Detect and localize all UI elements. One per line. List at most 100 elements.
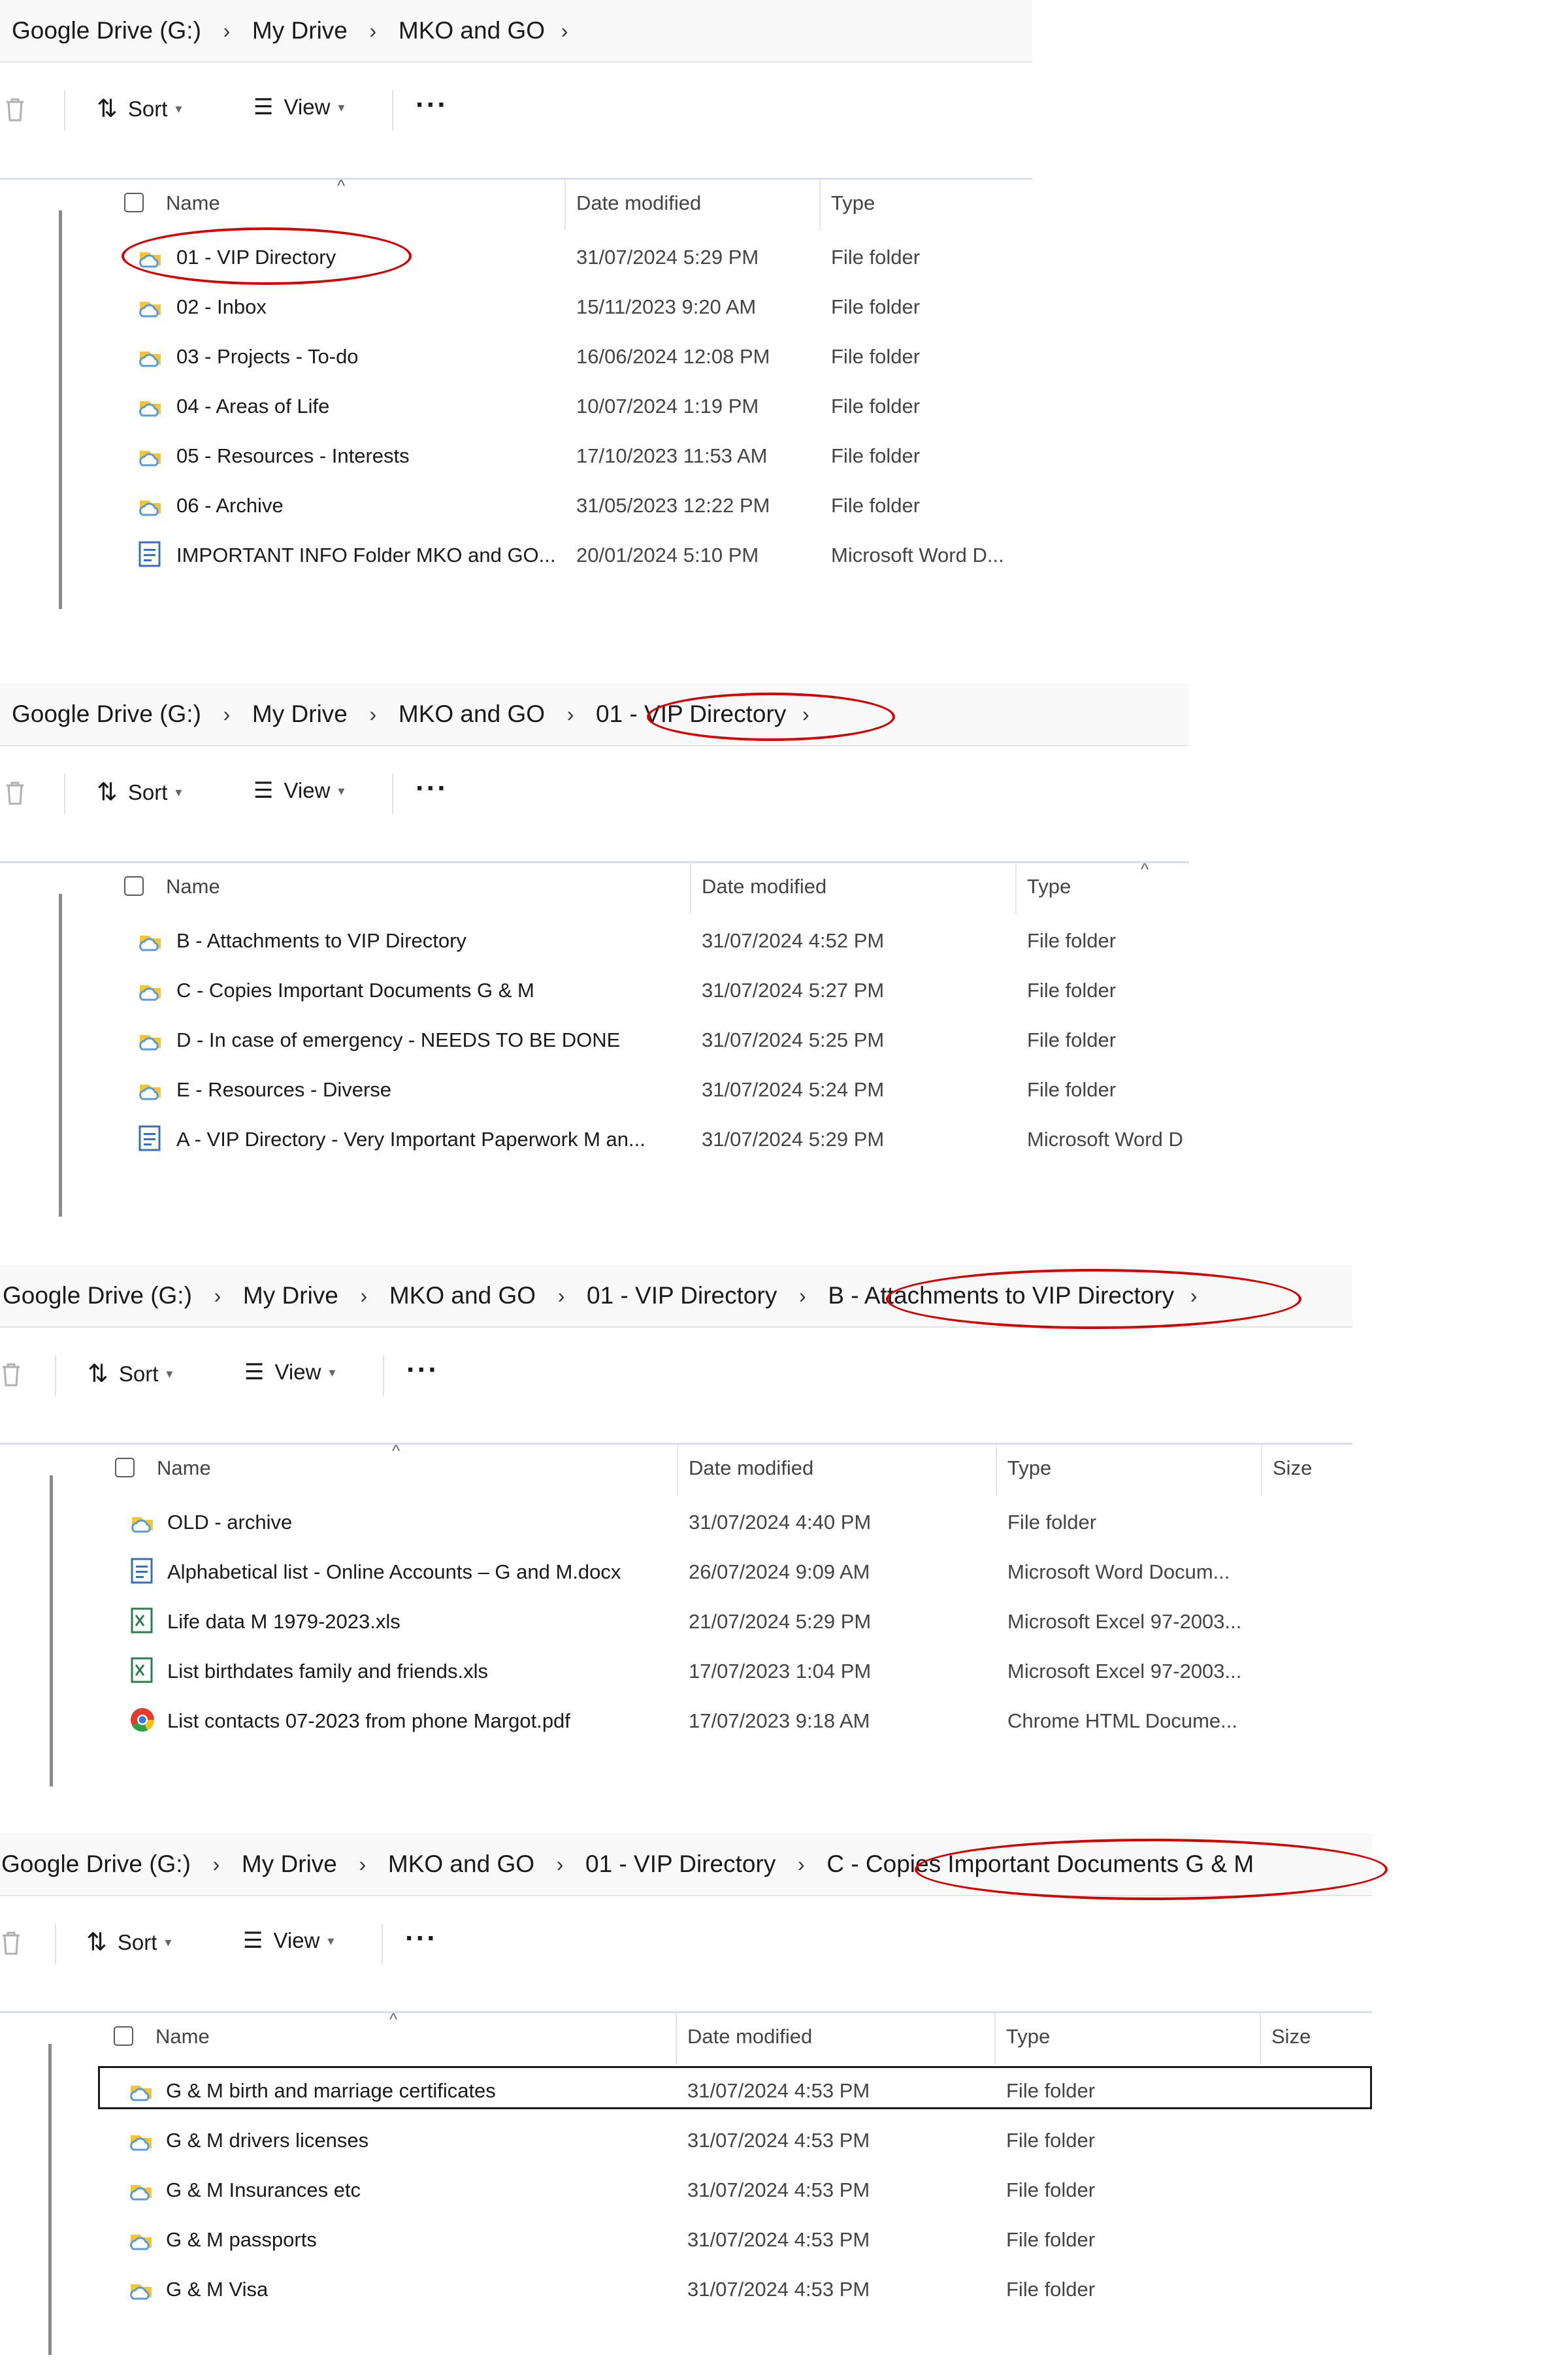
list-item[interactable]: List contacts 07-2023 from phone Margot.… <box>0 1696 1352 1746</box>
chevron-right-icon[interactable]: › <box>338 1284 389 1308</box>
column-header-name[interactable]: Name <box>166 875 220 898</box>
list-item[interactable]: Alphabetical list - Online Accounts – G … <box>0 1547 1352 1597</box>
trash-icon[interactable] <box>0 1362 22 1388</box>
view-button[interactable]: ☰ View ▾ <box>253 778 344 804</box>
sort-ascending-icon: ^ <box>389 2009 398 2029</box>
list-item[interactable]: OLD - archive 31/07/2024 4:40 PM File fo… <box>0 1498 1352 1547</box>
breadcrumb-item[interactable]: Google Drive (G:) <box>3 1282 192 1309</box>
column-header-name[interactable]: Name <box>157 1456 211 1480</box>
list-item[interactable]: 02 - Inbox 15/11/2023 9:20 AM File folde… <box>0 282 1032 332</box>
breadcrumb-item[interactable]: MKO and GO <box>399 700 545 728</box>
chevron-down-icon: ▾ <box>338 100 345 115</box>
trash-icon[interactable] <box>0 1930 22 1956</box>
trash-icon[interactable] <box>4 97 26 123</box>
sort-button[interactable]: ⇅ Sort ▾ <box>86 1928 171 1957</box>
list-item[interactable]: G & M Visa 31/07/2024 4:53 PM File folde… <box>0 2265 1372 2314</box>
column-header-type[interactable]: Type <box>1007 1456 1051 1480</box>
select-all-checkbox[interactable] <box>124 193 144 212</box>
selected-row-outline <box>98 2066 1372 2109</box>
breadcrumb-item[interactable]: Google Drive (G:) <box>12 700 201 728</box>
breadcrumb-item[interactable]: My Drive <box>242 1850 337 1878</box>
list-item[interactable]: B - Attachments to VIP Directory 31/07/2… <box>0 916 1189 966</box>
list-item[interactable]: D - In case of emergency - NEEDS TO BE D… <box>0 1015 1189 1065</box>
date-modified: 17/07/2023 1:04 PM <box>689 1660 872 1683</box>
chevron-right-icon[interactable]: › <box>191 1852 242 1877</box>
word-doc-icon <box>139 1125 161 1151</box>
column-header-date[interactable]: Date modified <box>702 875 826 898</box>
breadcrumb-item[interactable]: MKO and GO <box>399 17 545 44</box>
file-type: File folder <box>831 246 921 269</box>
list-item[interactable]: 03 - Projects - To-do 16/06/2024 12:08 P… <box>0 332 1032 382</box>
explorer-panel-1: Google Drive (G:) › My Drive › MKO and GO › ⇅… <box>0 0 1032 614</box>
chevron-right-icon[interactable]: › <box>536 1284 587 1308</box>
file-type: File folder <box>831 345 921 368</box>
select-all-checkbox[interactable] <box>124 876 144 896</box>
breadcrumb-item[interactable]: Google Drive (G:) <box>12 17 201 44</box>
file-name: Life data M 1979-2023.xls <box>167 1610 400 1633</box>
list-item[interactable]: G & M drivers licenses 31/07/2024 4:53 P… <box>0 2116 1372 2165</box>
sort-button[interactable]: ⇅ Sort ▾ <box>97 778 182 807</box>
list-item[interactable]: IMPORTANT INFO Folder MKO and GO... 20/0… <box>0 531 1032 580</box>
chevron-right-icon[interactable]: › <box>545 19 584 43</box>
chevron-right-icon[interactable]: › <box>348 702 399 727</box>
column-header-size[interactable]: Size <box>1273 1456 1312 1480</box>
column-header-type[interactable]: Type <box>1027 875 1071 898</box>
more-options-button[interactable]: ··· <box>416 772 448 805</box>
sort-label: Sort <box>118 1361 159 1386</box>
list-item[interactable]: 04 - Areas of Life 10/07/2024 1:19 PM Fi… <box>0 382 1032 431</box>
view-button[interactable]: ☰ View ▾ <box>244 1359 335 1385</box>
list-item[interactable]: G & M Insurances etc 31/07/2024 4:53 PM … <box>0 2165 1372 2215</box>
chevron-right-icon[interactable]: › <box>337 1852 388 1877</box>
breadcrumb-item[interactable]: 01 - VIP Directory <box>587 1282 777 1309</box>
list-item[interactable]: E - Resources - Diverse 31/07/2024 5:24 … <box>0 1065 1189 1115</box>
list-item[interactable]: C - Copies Important Documents G & M 31/… <box>0 966 1189 1015</box>
sort-icon: ⇅ <box>88 1360 108 1388</box>
sort-icon: ⇅ <box>97 95 118 123</box>
breadcrumb-item[interactable]: MKO and GO <box>388 1850 534 1878</box>
list-item[interactable]: A - VIP Directory - Very Important Paper… <box>0 1115 1189 1164</box>
list-item[interactable]: 05 - Resources - Interests 17/10/2023 11… <box>0 431 1032 481</box>
sort-button[interactable]: ⇅ Sort ▾ <box>88 1359 172 1388</box>
chevron-right-icon[interactable]: › <box>545 702 596 727</box>
column-divider <box>1261 1445 1262 1496</box>
column-header-name[interactable]: Name <box>155 2025 210 2048</box>
breadcrumb-item[interactable]: My Drive <box>243 1282 338 1309</box>
view-button[interactable]: ☰ View ▾ <box>243 1928 334 1954</box>
file-name: List contacts 07-2023 from phone Margot.… <box>167 1709 570 1732</box>
more-options-button[interactable]: ··· <box>405 1922 438 1955</box>
column-header-date[interactable]: Date modified <box>689 1456 813 1480</box>
more-options-button[interactable]: ··· <box>416 89 448 122</box>
list-item[interactable]: 06 - Archive 31/05/2023 12:22 PM File fo… <box>0 481 1032 531</box>
chevron-right-icon[interactable]: › <box>348 19 399 43</box>
more-options-button[interactable]: ··· <box>406 1354 439 1387</box>
folder-cloud-icon <box>139 352 161 367</box>
chevron-right-icon[interactable]: › <box>776 1852 826 1877</box>
chevron-right-icon[interactable]: › <box>192 1284 243 1308</box>
folder-cloud-icon <box>130 2284 152 2300</box>
sort-button[interactable]: ⇅ Sort ▾ <box>97 94 182 123</box>
date-modified: 16/06/2024 12:08 PM <box>576 345 770 368</box>
list-item[interactable]: List birthdates family and friends.xls 1… <box>0 1647 1352 1696</box>
chevron-right-icon[interactable]: › <box>201 702 252 727</box>
column-header-type[interactable]: Type <box>831 191 875 215</box>
column-header-type[interactable]: Type <box>1006 2025 1050 2048</box>
view-button[interactable]: ☰ View ▾ <box>253 94 344 120</box>
trash-icon[interactable] <box>4 780 26 806</box>
chevron-right-icon[interactable]: › <box>534 1852 585 1877</box>
column-header-date[interactable]: Date modified <box>687 2025 812 2048</box>
breadcrumb-item[interactable]: 01 - VIP Directory <box>585 1850 776 1878</box>
breadcrumb-item[interactable]: Google Drive (G:) <box>1 1850 191 1878</box>
select-all-checkbox[interactable] <box>114 2026 133 2046</box>
column-header-date[interactable]: Date modified <box>576 191 701 215</box>
select-all-checkbox[interactable] <box>115 1458 135 1477</box>
breadcrumb-item[interactable]: MKO and GO <box>389 1282 536 1309</box>
list-item[interactable]: G & M passports 31/07/2024 4:53 PM File … <box>0 2215 1372 2265</box>
chevron-right-icon[interactable]: › <box>777 1284 828 1308</box>
column-header-name[interactable]: Name <box>166 191 220 215</box>
column-header-size[interactable]: Size <box>1271 2025 1311 2048</box>
breadcrumb-item[interactable]: My Drive <box>252 700 348 728</box>
chevron-right-icon[interactable]: › <box>201 19 252 43</box>
sort-label: Sort <box>117 1930 157 1954</box>
list-item[interactable]: Life data M 1979-2023.xls 21/07/2024 5:2… <box>0 1597 1352 1647</box>
breadcrumb-item[interactable]: My Drive <box>252 17 348 44</box>
